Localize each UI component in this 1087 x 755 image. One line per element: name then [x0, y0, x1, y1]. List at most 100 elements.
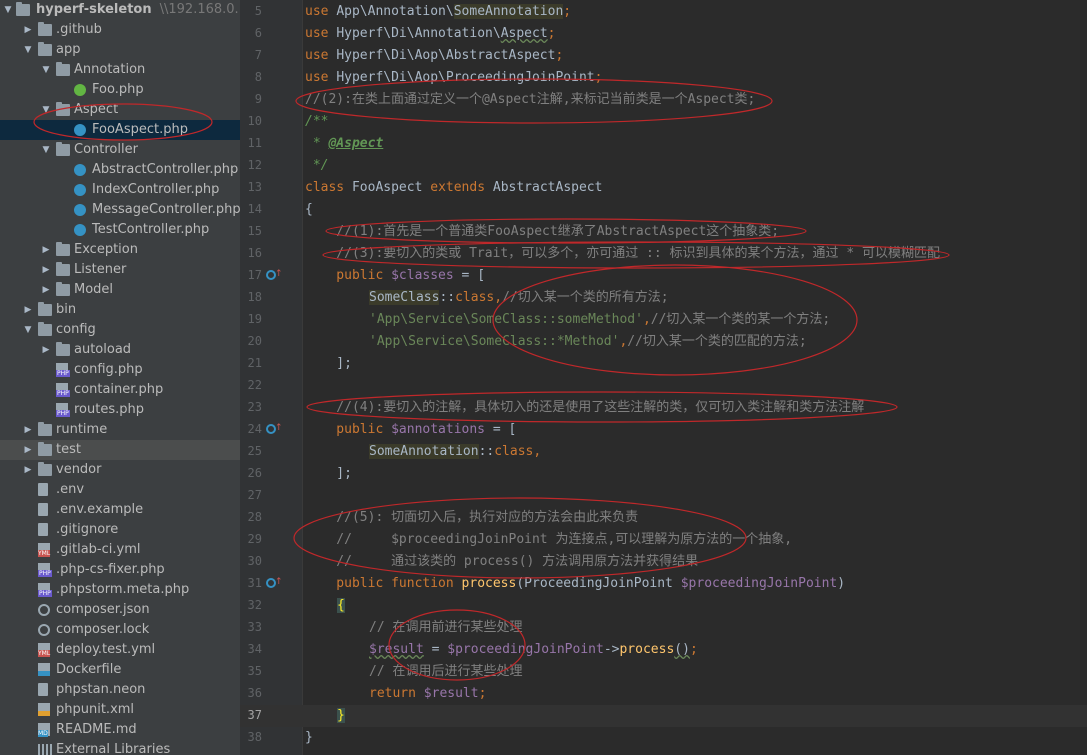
cls-icon [74, 204, 86, 216]
docker-icon [38, 663, 50, 676]
folder-icon [56, 242, 70, 256]
tree-item-label: Dockerfile [56, 662, 122, 677]
php-icon [38, 583, 52, 597]
tree-item-label: Aspect [74, 102, 119, 117]
chevron-right-icon[interactable]: ▶ [40, 340, 52, 360]
tree-item-label: .gitignore [56, 522, 119, 537]
chevron-right-icon[interactable]: ▶ [40, 240, 52, 260]
tree-item[interactable]: phpunit.xml [0, 700, 240, 720]
chevron-down-icon[interactable]: ▼ [22, 320, 34, 340]
tree-item[interactable]: .gitignore [0, 520, 240, 540]
tree-item[interactable]: ▶ .github [0, 20, 240, 40]
tree-item[interactable]: External Libraries [0, 740, 240, 755]
tree-item[interactable]: README.md [0, 720, 240, 740]
chevron-right-icon[interactable]: ▶ [22, 20, 34, 40]
tree-item-label: IndexController.php [92, 182, 220, 197]
line-number: 20 [247, 334, 262, 348]
tree-item-label: Listener [74, 262, 127, 277]
file-icon [38, 683, 48, 696]
folder-icon [38, 442, 52, 456]
code-line-23: //(4):要切入的注解，具体切入的还是使用了这些注解的类，仅可切入类注解和类方… [305, 400, 865, 415]
tree-item[interactable]: deploy.test.yml [0, 640, 240, 660]
chevron-down-icon[interactable]: ▼ [40, 140, 52, 160]
current-line-highlight [240, 705, 1087, 727]
cls-icon [74, 164, 86, 176]
tree-item[interactable]: .env.example [0, 500, 240, 520]
tree-item[interactable]: phpstan.neon [0, 680, 240, 700]
tree-item[interactable]: FooAspect.php [0, 120, 240, 140]
tree-item[interactable]: AbstractController.php [0, 160, 240, 180]
chevron-down-icon[interactable]: ▼ [40, 60, 52, 80]
tree-item-label: .php-cs-fixer.php [56, 562, 165, 577]
folder-icon [38, 322, 52, 336]
tree-item[interactable]: config.php [0, 360, 240, 380]
tree-item[interactable]: ▼ Controller [0, 140, 240, 160]
tree-item[interactable]: Dockerfile [0, 660, 240, 680]
arrow-up-icon[interactable]: ↑ [275, 424, 283, 433]
chevron-right-icon[interactable]: ▶ [22, 300, 34, 320]
tree-item[interactable]: ▶ Model [0, 280, 240, 300]
tree-item-label: AbstractController.php [92, 162, 239, 177]
tree-item[interactable]: IndexController.php [0, 180, 240, 200]
tree-item[interactable]: .php-cs-fixer.php [0, 560, 240, 580]
tree-item[interactable]: ▶ vendor [0, 460, 240, 480]
chevron-right-icon[interactable]: ▶ [22, 440, 34, 460]
code-line-28: //(5): 切面切入后，执行对应的方法会由此来负责 [305, 510, 639, 525]
chevron-right-icon[interactable]: ▶ [40, 260, 52, 280]
code-line-19: 'App\Service\SomeClass::someMethod',//切入… [369, 312, 831, 327]
tree-item[interactable]: .gitlab-ci.yml [0, 540, 240, 560]
code-line-14: { [305, 202, 313, 217]
code-line-31: public function process(ProceedingJoinPo… [305, 576, 846, 591]
folder-icon [56, 282, 70, 296]
tree-item-label: phpunit.xml [56, 702, 135, 717]
tree-item[interactable]: container.php [0, 380, 240, 400]
tree-item[interactable]: ▼ app [0, 40, 240, 60]
tree-item-root[interactable]: ▼ hyperf-skeleton \\192.168.0.13\s [0, 0, 240, 20]
tree-item-label: composer.json [56, 602, 150, 617]
lib-icon [38, 744, 52, 755]
chevron-right-icon[interactable]: ▶ [22, 420, 34, 440]
tree-item[interactable]: ▶ runtime [0, 420, 240, 440]
chevron-down-icon[interactable]: ▼ [40, 100, 52, 120]
tree-item-label: container.php [74, 382, 164, 397]
line-number: 35 [247, 664, 262, 678]
tree-item[interactable]: ▼ Aspect [0, 100, 240, 120]
tree-item[interactable]: ▶ test [0, 440, 240, 460]
chevron-right-icon[interactable]: ▶ [22, 460, 34, 480]
tree-item[interactable]: .env [0, 480, 240, 500]
tree-item[interactable]: MessageController.php [0, 200, 240, 220]
anno-icon [74, 84, 86, 96]
tree-item-label: Controller [74, 142, 138, 157]
tree-item[interactable]: ▶ bin [0, 300, 240, 320]
code-line-25: SomeAnnotation::class, [369, 444, 542, 459]
file-icon [38, 503, 48, 516]
tree-item-label: Exception [74, 242, 138, 257]
tree-item[interactable]: ▶ Exception [0, 240, 240, 260]
chevron-down-icon[interactable]: ▼ [2, 0, 14, 20]
tree-item[interactable]: composer.lock [0, 620, 240, 640]
tree-item-label: routes.php [74, 402, 144, 417]
code-line-21: ]; [305, 356, 352, 371]
tree-item[interactable]: ▼ config [0, 320, 240, 340]
code-line-10: /** [305, 114, 329, 129]
tree-item-label: External Libraries [56, 742, 171, 755]
tree-item[interactable]: TestController.php [0, 220, 240, 240]
tree-item[interactable]: routes.php [0, 400, 240, 420]
chevron-down-icon[interactable]: ▼ [22, 40, 34, 60]
code-line-13: class FooAspect extends AbstractAspect [305, 180, 603, 195]
arrow-up-icon[interactable]: ↑ [275, 270, 283, 279]
tree-item[interactable]: .phpstorm.meta.php [0, 580, 240, 600]
arrow-up-icon[interactable]: ↑ [275, 578, 283, 587]
tree-item[interactable]: ▼ Annotation [0, 60, 240, 80]
tree-item[interactable]: Foo.php [0, 80, 240, 100]
folder-icon [38, 302, 52, 316]
tree-item-label: config [56, 322, 96, 337]
line-number: 28 [247, 510, 262, 524]
tree-item-label: autoload [74, 342, 132, 357]
code-line-15: //(1):首先是一个普通类FooAspect继承了AbstractAspect… [305, 224, 780, 239]
line-number: 14 [247, 202, 262, 216]
tree-item[interactable]: ▶ Listener [0, 260, 240, 280]
tree-item[interactable]: composer.json [0, 600, 240, 620]
chevron-right-icon[interactable]: ▶ [40, 280, 52, 300]
tree-item[interactable]: ▶ autoload [0, 340, 240, 360]
